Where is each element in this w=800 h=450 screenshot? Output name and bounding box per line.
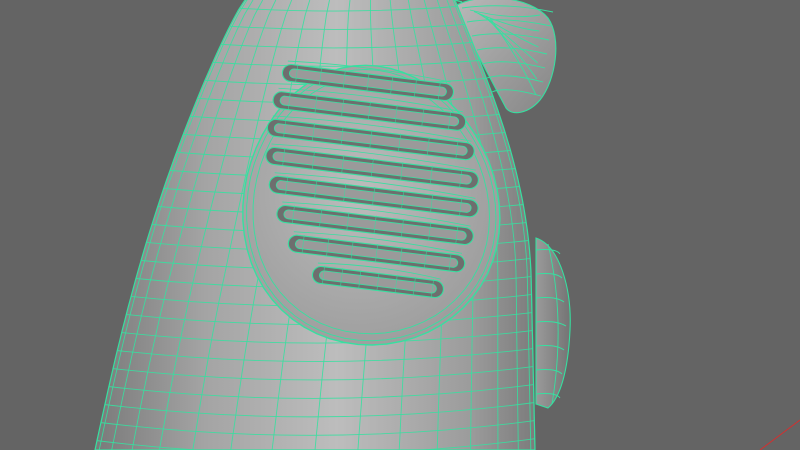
side-button-mesh[interactable] (535, 237, 571, 409)
x-axis-indicator (759, 419, 800, 450)
viewport-canvas[interactable] (0, 0, 800, 450)
3d-viewport[interactable] (0, 0, 800, 450)
